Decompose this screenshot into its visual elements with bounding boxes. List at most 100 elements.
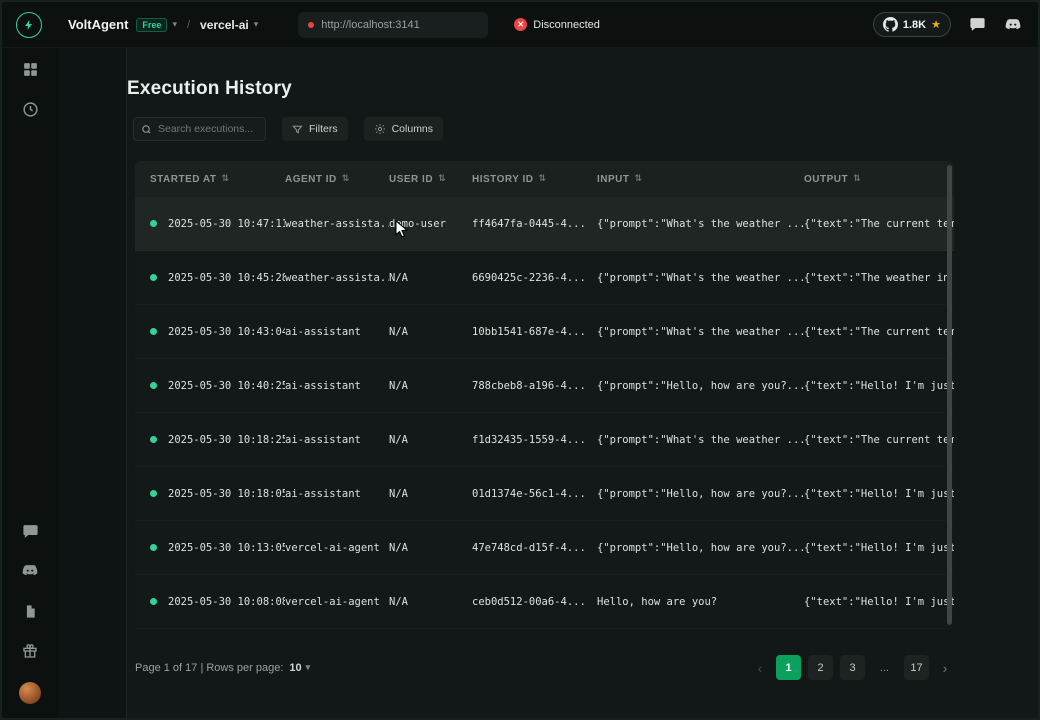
table-cell: {"prompt":"Hello, how are you?... [597, 487, 804, 500]
table-row[interactable]: 2025-05-30 10:45:28 weather-assista... N/A… [135, 251, 954, 305]
table-cell: 6690425c-2236-4... [472, 271, 586, 284]
filters-button[interactable]: Filters [282, 117, 348, 141]
discord-icon[interactable] [1004, 16, 1022, 34]
executions-table: STARTED AT ⇅ AGENT ID ⇅ USER ID ⇅ HISTORY ID ⇅ I… [135, 161, 954, 629]
app-window: VoltAgent Free ▾ / vercel-ai ▾ http://lo… [0, 0, 1040, 720]
page-button-2[interactable]: 2 [808, 655, 833, 680]
status-dot-icon [150, 328, 157, 335]
table-cell: vercel-ai-agent [285, 541, 380, 554]
chevron-down-icon[interactable]: ▾ [172, 19, 177, 30]
page-title: Execution History [127, 78, 292, 99]
page-button-3[interactable]: 3 [840, 655, 865, 680]
table-cell: N/A [389, 595, 408, 608]
table-cell: {"prompt":"What's the weather ... [597, 433, 804, 446]
sort-icon[interactable]: ⇅ [539, 174, 547, 184]
pagination-pages: 1 2 3... 17 [776, 655, 929, 680]
feedback-chat-icon[interactable] [969, 16, 986, 33]
docs-file-icon[interactable] [21, 602, 39, 620]
prev-page-button[interactable]: ‹ [751, 655, 769, 680]
table-header-row: STARTED AT ⇅ AGENT ID ⇅ USER ID ⇅ HISTORY ID ⇅ I… [135, 161, 954, 197]
column-header-history-id[interactable]: HISTORY ID ⇅ [472, 174, 597, 185]
table-cell: demo-user [389, 217, 446, 230]
history-clock-icon[interactable] [21, 100, 39, 118]
table-row[interactable]: 2025-05-30 10:08:08 vercel-ai-agent N/A ceb… [135, 575, 954, 629]
search-input[interactable] [158, 123, 258, 135]
table-cell: 2025-05-30 10:18:25 [135, 434, 285, 446]
table-cell: Hello, how are you? [597, 595, 718, 608]
apps-grid-icon[interactable] [21, 60, 39, 78]
rows-per-page-value: 10 [289, 661, 302, 674]
table-cell: ai-assistant [285, 433, 361, 446]
column-header-agent-id[interactable]: AGENT ID ⇅ [285, 174, 389, 185]
chat-bubble-icon[interactable] [21, 522, 39, 540]
table-cell: 2025-05-30 10:40:25 [135, 380, 285, 392]
table-cell: {"prompt":"What's the weather ... [597, 217, 804, 230]
plan-badge: Free [136, 17, 168, 32]
sort-icon[interactable]: ⇅ [438, 174, 446, 184]
pagination-ellipsis: ... [872, 655, 897, 680]
table-cell: N/A [389, 487, 408, 500]
discord-icon[interactable] [21, 562, 39, 580]
table-cell: 10bb1541-687e-4... [472, 325, 586, 338]
table-cell: {"text":"Hello! I'm just a [804, 379, 954, 392]
sort-icon[interactable]: ⇅ [635, 174, 643, 184]
columns-button[interactable]: Columns [363, 117, 444, 141]
chevron-down-icon[interactable]: ▾ [254, 19, 259, 30]
status-dot-icon [150, 274, 157, 281]
vertical-scrollbar[interactable] [947, 165, 952, 625]
table-cell: 01d1374e-56c1-4... [472, 487, 586, 500]
table-cell: f1d32435-1559-4... [472, 433, 586, 446]
sort-icon[interactable]: ⇅ [853, 174, 861, 184]
table-row[interactable]: 2025-05-30 10:47:11 weather-assista... dem… [135, 197, 954, 251]
table-cell: {"text":"The current tempe [804, 433, 954, 446]
table-cell: {"text":"Hello! I'm just a [804, 595, 954, 608]
column-header-label: OUTPUT [804, 173, 849, 185]
server-url-input[interactable]: http://localhost:3141 [298, 11, 489, 38]
filter-funnel-icon [292, 124, 303, 135]
table-cell: weather-assista... [285, 271, 389, 284]
table-row[interactable]: 2025-05-30 10:43:04 ai-assistant N/A 10bb15… [135, 305, 954, 359]
table-cell: 2025-05-30 10:08:08 [135, 596, 285, 608]
next-page-button[interactable]: › [936, 655, 954, 680]
table-cell: {"text":"The current tempe [804, 217, 954, 230]
sort-icon[interactable]: ⇅ [221, 174, 229, 184]
github-star-button[interactable]: 1.8K ★ [872, 12, 951, 37]
column-header-output[interactable]: OUTPUT ⇅ [804, 174, 954, 185]
status-dot-icon [150, 220, 157, 227]
voltagent-logo-icon[interactable] [16, 11, 42, 38]
table-row[interactable]: 2025-05-30 10:13:05 vercel-ai-agent N/A 47e… [135, 521, 954, 575]
top-bar: VoltAgent Free ▾ / vercel-ai ▾ http://lo… [2, 2, 1038, 48]
page-button-17[interactable]: 17 [904, 655, 929, 680]
project-name[interactable]: vercel-ai [200, 18, 249, 32]
table-cell: {"prompt":"What's the weather ... [597, 325, 804, 338]
star-icon: ★ [931, 19, 941, 31]
table-cell: {"text":"The weather in Pa [804, 271, 954, 284]
table-row[interactable]: 2025-05-30 10:18:05 ai-assistant N/A 01d137… [135, 467, 954, 521]
server-url: http://localhost:3141 [321, 18, 420, 31]
search-box[interactable] [133, 117, 266, 141]
pagination-info: Page 1 of 17 | Rows per page: 10 ▾ [135, 662, 310, 674]
toolbar: Filters Columns [133, 117, 1038, 141]
table-cell: {"text":"Hello! I'm just a [804, 487, 954, 500]
table-cell: 47e748cd-d15f-4... [472, 541, 586, 554]
table-row[interactable]: 2025-05-30 10:18:25 ai-assistant N/A f1d324… [135, 413, 954, 467]
table-cell: 2025-05-30 10:18:05 [135, 488, 285, 500]
disconnected-icon: ✕ [514, 18, 528, 31]
table-row[interactable]: 2025-05-30 10:40:25 ai-assistant N/A 788cbe… [135, 359, 954, 413]
column-header-label: STARTED AT [150, 173, 217, 185]
table-cell: 788cbeb8-a196-4... [472, 379, 586, 392]
rows-per-page-select[interactable]: 10 ▾ [289, 662, 310, 674]
table-cell: {"text":"The current tempe [804, 325, 954, 338]
user-avatar[interactable] [19, 682, 41, 704]
github-star-count: 1.8K [902, 18, 927, 31]
gift-icon[interactable] [21, 642, 39, 660]
sort-icon[interactable]: ⇅ [342, 174, 350, 184]
table-body: 2025-05-30 10:47:11 weather-assista... dem… [135, 197, 954, 629]
chevron-down-icon: ▾ [305, 662, 311, 672]
connection-dot-icon [308, 21, 315, 28]
columns-label: Columns [391, 123, 434, 135]
column-header-user-id[interactable]: USER ID ⇅ [389, 174, 472, 185]
column-header-input[interactable]: INPUT ⇅ [597, 174, 804, 185]
page-button-1[interactable]: 1 [776, 655, 801, 680]
column-header-started-at[interactable]: STARTED AT ⇅ [135, 174, 285, 185]
